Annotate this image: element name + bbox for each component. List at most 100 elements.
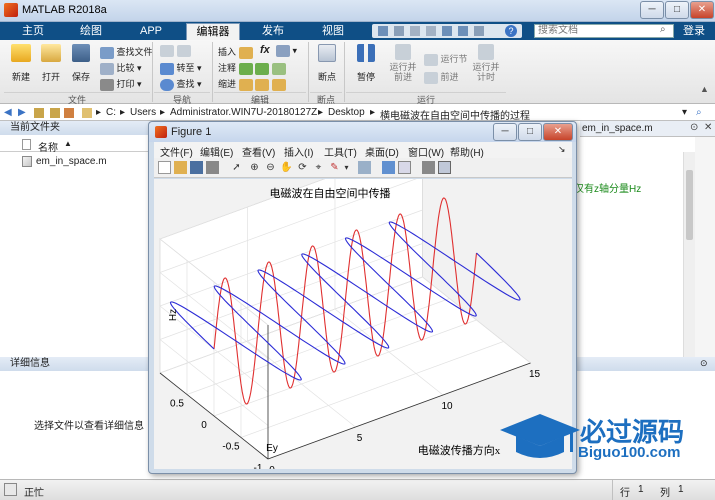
new-button[interactable]: 新建 [8, 44, 34, 86]
command-window-options-icon[interactable]: ⊙ [700, 358, 708, 369]
tab-plots[interactable]: 绘图 [66, 23, 116, 40]
editor-tab-em-in-space[interactable]: em_in_space.m [582, 123, 653, 134]
tab-editor[interactable]: 编辑器 [186, 23, 240, 40]
section-run: 运行 [346, 92, 506, 105]
search-icon[interactable]: ⌕ [660, 25, 670, 35]
run-time-button[interactable]: 运行并 计时 [470, 44, 502, 90]
breadcrumb-users[interactable]: Users [130, 107, 156, 118]
row-value: 1 [638, 484, 644, 495]
menu-tools[interactable]: 工具(T) [324, 144, 357, 159]
data-cursor-icon[interactable]: ⌖ [312, 161, 325, 174]
print-figure-icon[interactable] [206, 161, 219, 174]
search-input[interactable]: 搜索文档 [534, 24, 674, 38]
editor-close-icon[interactable]: ✕ [704, 122, 712, 133]
figure-maximize-button[interactable]: □ [518, 123, 542, 141]
tab-home[interactable]: 主页 [8, 23, 58, 40]
show-plot-tools-icon[interactable] [438, 161, 451, 174]
pause-icon [357, 44, 375, 62]
menu-edit[interactable]: 编辑(E) [200, 144, 233, 159]
tab-apps[interactable]: APP [126, 23, 176, 40]
y-tick-label: -0.5 [222, 442, 240, 453]
tab-publish[interactable]: 发布 [248, 23, 298, 40]
figure-matlab-icon [155, 126, 167, 138]
menu-file[interactable]: 文件(F) [160, 144, 193, 159]
nav-back-forward[interactable] [160, 45, 191, 57]
figure-title-bar[interactable]: Figure 1 ─ □ ✕ [149, 122, 576, 142]
menu-view[interactable]: 查看(V) [242, 144, 275, 159]
run-advance-button[interactable]: 运行并 前进 [386, 44, 420, 90]
close-button[interactable]: ✕ [690, 1, 714, 19]
editor-options-icon[interactable]: ⊙ [690, 122, 698, 133]
zoom-out-icon[interactable]: ⊖ [264, 161, 277, 174]
pause-button[interactable]: 暂停 [352, 44, 380, 86]
fx-menu[interactable]: ▾ [276, 45, 297, 57]
explore-folder-icon[interactable] [64, 108, 74, 118]
indent-button[interactable]: 缩进 [218, 77, 286, 91]
pan-hand-icon[interactable]: ✋ [280, 161, 293, 174]
menu-dock-icon[interactable]: ↘ [558, 144, 566, 155]
editor-tab-strip: em_in_space.m ⊙ ✕ [580, 121, 715, 137]
tab-view[interactable]: 视图 [308, 23, 358, 40]
cut-icon[interactable] [394, 26, 404, 36]
x-tick-label: 0 [269, 465, 275, 469]
advance-button[interactable]: 前进 [424, 70, 459, 84]
menu-help[interactable]: 帮助(H) [450, 144, 484, 159]
run-section-button[interactable]: 运行节 [424, 52, 468, 66]
hide-plot-tools-icon[interactable] [422, 161, 435, 174]
scrollbar-thumb[interactable] [686, 170, 693, 240]
divider [152, 42, 153, 102]
login-button[interactable]: 登录 [676, 23, 712, 40]
browse-folder-icon[interactable] [50, 108, 60, 118]
up-folder-icon[interactable] [34, 108, 44, 118]
menu-desktop[interactable]: 桌面(D) [365, 144, 399, 159]
breakpoint-button[interactable]: 断点 [314, 44, 340, 86]
undo-icon[interactable] [442, 26, 452, 36]
paste-icon[interactable] [426, 26, 436, 36]
forward-arrow-icon[interactable]: ▶ [18, 107, 26, 118]
switch-window-icon[interactable] [474, 26, 484, 36]
select-arrow-icon[interactable]: ➚ [230, 161, 243, 174]
find-button[interactable]: 查找 ▾ [160, 77, 202, 91]
help-icon[interactable]: ? [505, 25, 517, 37]
legend-icon[interactable] [398, 161, 411, 174]
menu-window[interactable]: 窗口(W) [408, 144, 444, 159]
back-arrow-icon[interactable]: ◀ [4, 107, 12, 118]
comment-button[interactable]: 注释 [218, 61, 286, 75]
brush-dropdown-icon[interactable]: ▾ [340, 161, 353, 174]
save-icon[interactable] [378, 26, 388, 36]
address-search-icon[interactable]: ⌕ [696, 107, 702, 118]
link-plot-icon[interactable] [358, 161, 371, 174]
breadcrumb-desktop[interactable]: Desktop [328, 107, 365, 118]
colorbar-icon[interactable] [382, 161, 395, 174]
save-button[interactable]: 保存 [68, 44, 94, 86]
collapse-ribbon-icon[interactable]: ▲ [700, 84, 709, 94]
path-separator: ▸ [160, 107, 166, 118]
open-file-icon[interactable] [174, 161, 187, 174]
redo-icon[interactable] [458, 26, 468, 36]
breadcrumb-project-folder[interactable]: 横电磁波在自由空间中传播的过程 [380, 107, 530, 122]
fx-button[interactable]: fx [260, 44, 270, 56]
breadcrumb-drive[interactable]: C: [106, 107, 116, 118]
menu-insert[interactable]: 插入(I) [284, 144, 313, 159]
rotate-3d-icon[interactable]: ⟳ [296, 161, 309, 174]
copy-icon[interactable] [410, 26, 420, 36]
save-figure-icon[interactable] [190, 161, 203, 174]
breadcrumb-administrator[interactable]: Administrator.WIN7U-20180127Z [170, 107, 317, 118]
figure-minimize-button[interactable]: ─ [493, 123, 517, 141]
open-button[interactable]: 打开 [38, 44, 64, 86]
print-button[interactable]: 打印 ▾ [100, 77, 142, 91]
editor-code-area[interactable]: 仅有z轴分量Hz [574, 137, 683, 357]
address-dropdown-icon[interactable]: ▾ [682, 107, 687, 118]
save-disk-icon [72, 44, 90, 62]
editor-vertical-scrollbar[interactable] [683, 152, 695, 357]
list-item[interactable]: em_in_space.m [22, 155, 148, 169]
minimize-button[interactable]: ─ [640, 1, 664, 19]
figure-close-button[interactable]: ✕ [543, 123, 573, 141]
zoom-in-icon[interactable]: ⊕ [248, 161, 261, 174]
maximize-button[interactable]: □ [665, 1, 689, 19]
new-figure-icon[interactable] [158, 161, 171, 174]
insert-button[interactable]: 插入 [218, 45, 253, 59]
compare-button[interactable]: 比较 ▾ [100, 61, 142, 75]
find-files-button[interactable]: 查找文件 [100, 45, 153, 59]
goto-button[interactable]: 转至 ▾ [160, 61, 202, 75]
